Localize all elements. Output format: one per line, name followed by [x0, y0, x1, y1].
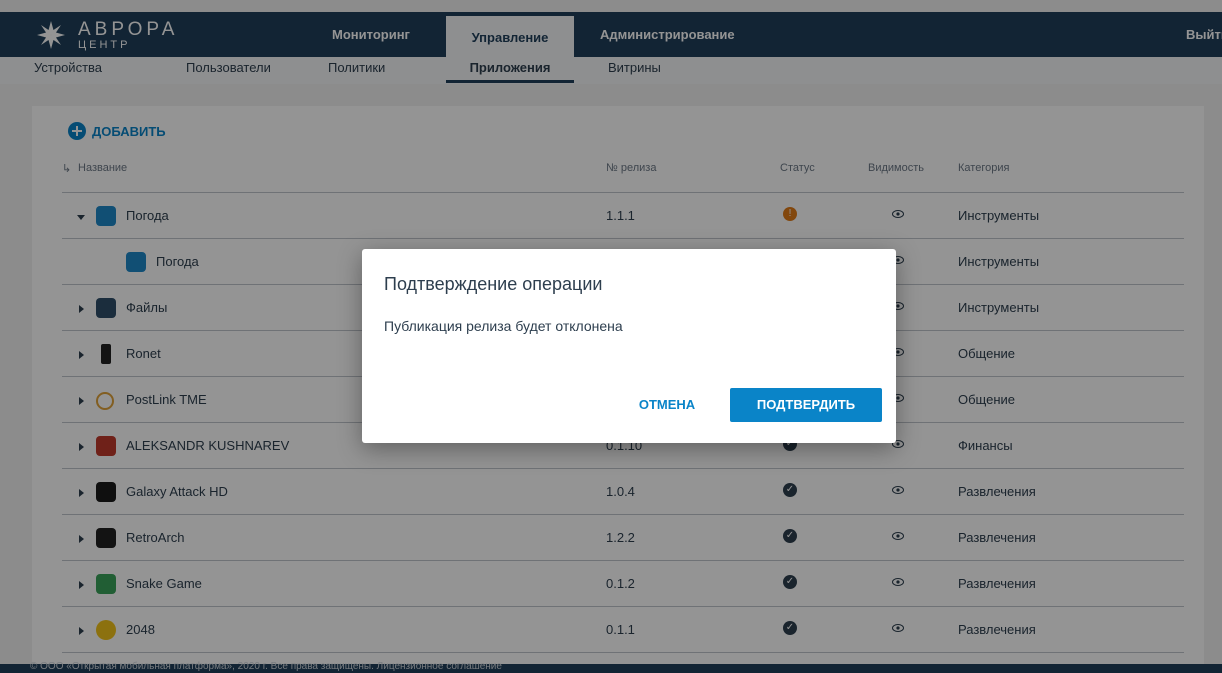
confirm-button[interactable]: ПОДТВЕРДИТЬ: [730, 388, 882, 422]
dialog-title: Подтверждение операции: [384, 274, 603, 294]
dialog-message: Публикация релиза будет отклонена: [384, 318, 623, 334]
confirm-dialog: Подтверждение операции Публикация релиза…: [362, 249, 896, 443]
cancel-button[interactable]: ОТМЕНА: [624, 388, 710, 422]
